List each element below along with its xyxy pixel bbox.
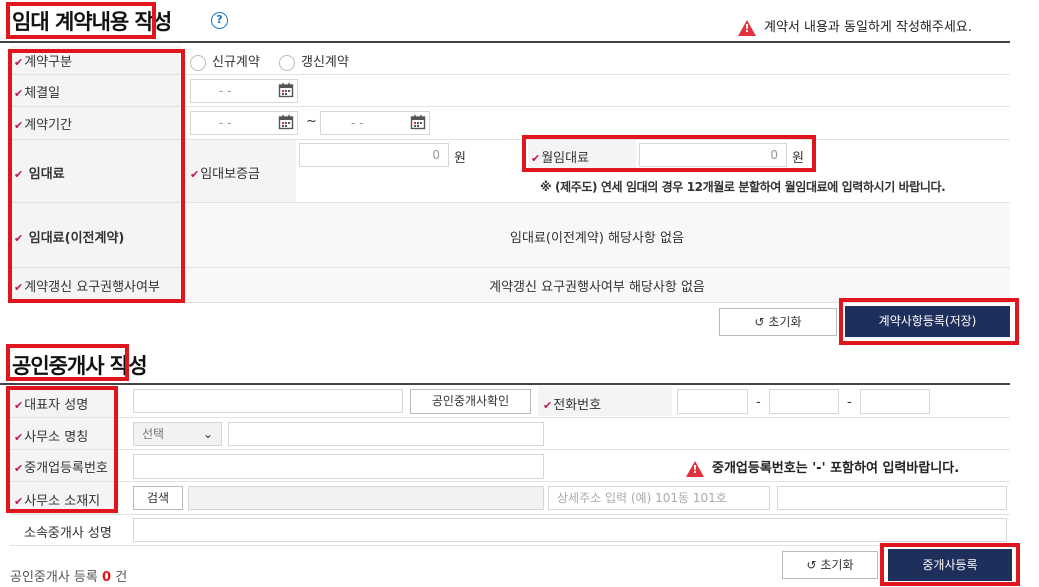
contract-section-title: 임대 계약내용 작성	[12, 10, 172, 34]
label-monthly-rent: ✔월임대료	[531, 151, 590, 166]
warning-icon: !	[686, 460, 704, 477]
label-rent: ✔ 임대료	[14, 167, 65, 182]
chevron-down-icon: ⌄	[202, 427, 213, 441]
monthly-rent-unit: 원	[792, 151, 804, 166]
label-deposit: ✔임대보증금	[190, 167, 261, 182]
phone-part3-input[interactable]	[860, 389, 930, 414]
prev-rent-none: 임대료(이전계약) 해당사항 없음	[510, 231, 684, 246]
phone-part2-input[interactable]	[769, 389, 839, 414]
calendar-icon[interactable]	[278, 82, 294, 98]
agent-count-value: 0	[102, 570, 112, 585]
monthly-rent-input[interactable]: 0	[639, 143, 787, 167]
phone-part1-input[interactable]	[677, 389, 748, 414]
reset-icon: ↺	[754, 315, 765, 329]
label-reg-no: ✔중개업등록번호	[14, 461, 108, 476]
reg-no-input[interactable]	[133, 454, 544, 479]
label-renewal-right: ✔계약갱신 요구권행사여부	[14, 280, 160, 295]
label-prev-rent: ✔ 임대료(이전계약)	[14, 231, 125, 246]
address-base-input[interactable]	[188, 486, 544, 510]
radio-renew-contract[interactable]: 갱신계약	[279, 51, 349, 71]
agent-section-title: 공인중개사 작성	[12, 354, 148, 378]
address-extra-input[interactable]	[777, 486, 1007, 510]
phone-dash: -	[756, 395, 761, 410]
label-phone: ✔전화번호	[543, 398, 602, 413]
renewal-none: 계약갱신 요구권행사여부 해당사항 없음	[489, 280, 705, 295]
calendar-icon[interactable]	[278, 114, 294, 130]
label-contract-period: ✔계약기간	[14, 118, 73, 133]
jeju-note: ※ (제주도) 연세 임대의 경우 12개월로 분할하여 월임대료에 입력하시기…	[540, 180, 946, 194]
contract-notice: ! 계약서 내용과 동일하게 작성해주세요.	[738, 16, 972, 36]
address-detail-input[interactable]: 상세주소 입력 (예) 101동 101호	[548, 486, 770, 510]
reset-icon: ↺	[806, 558, 817, 572]
warning-icon: !	[738, 19, 756, 36]
calendar-icon[interactable]	[410, 114, 426, 130]
office-name-input[interactable]	[228, 422, 544, 446]
reg-no-notice: ! 중개업등록번호는 '-' 포함하여 입력바랍니다.	[686, 457, 959, 477]
agent-register-button[interactable]: 중개사등록	[888, 549, 1012, 581]
label-contract-date: ✔체결일	[14, 86, 61, 101]
phone-dash: -	[847, 395, 852, 410]
deposit-input[interactable]: 0	[299, 143, 449, 167]
address-search-button[interactable]: 검색	[133, 486, 183, 510]
office-select[interactable]: 선택 ⌄	[133, 422, 222, 446]
label-contract-type: ✔계약구분	[14, 55, 73, 70]
agent-confirm-button[interactable]: 공인중개사확인	[410, 389, 531, 414]
label-rep-name: ✔대표자 성명	[14, 398, 89, 413]
agent-reset-button[interactable]: ↺ 초기화	[782, 551, 878, 579]
contract-save-button[interactable]: 계약사항등록(저장)	[845, 306, 1010, 337]
label-office-name: ✔사무소 명칭	[14, 430, 89, 445]
help-icon[interactable]: ?	[211, 12, 228, 29]
contract-reset-button[interactable]: ↺ 초기화	[719, 308, 837, 336]
deposit-unit: 원	[454, 151, 466, 166]
rep-name-input[interactable]	[133, 389, 403, 413]
label-member-agent: 소속중개사 성명	[24, 526, 112, 541]
contract-notice-text: 계약서 내용과 동일하게 작성해주세요.	[764, 20, 972, 35]
agent-count: 공인중개사 등록 0 건	[10, 570, 128, 585]
radio-new-contract[interactable]: 신규계약	[190, 51, 260, 71]
period-tilde: ~	[306, 114, 317, 129]
label-office-address: ✔사무소 소재지	[14, 494, 101, 509]
member-agent-input[interactable]	[133, 518, 1007, 542]
